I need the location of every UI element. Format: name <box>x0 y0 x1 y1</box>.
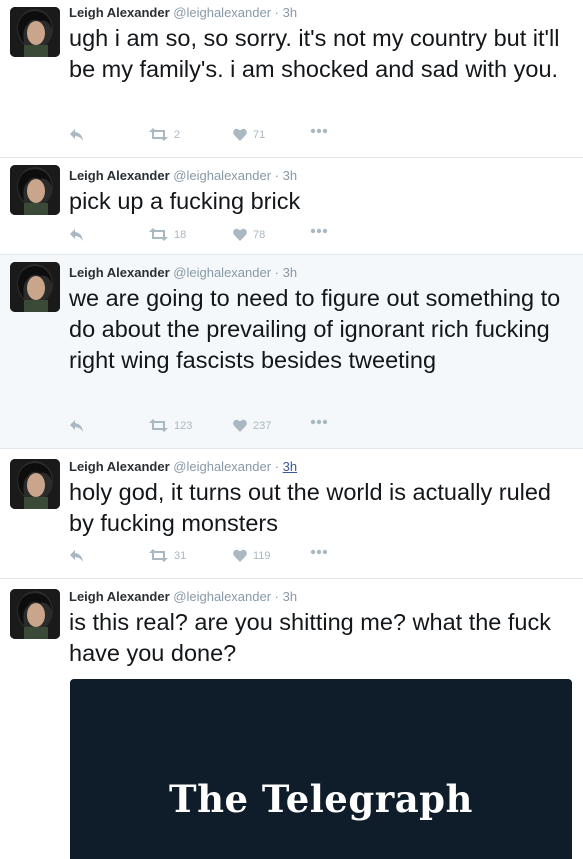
more-button[interactable] <box>310 419 328 425</box>
tweet[interactable]: Leigh Alexander @leighalexander · 3h ugh… <box>0 0 583 158</box>
avatar[interactable] <box>10 589 60 639</box>
author-name[interactable]: Leigh Alexander <box>69 5 170 20</box>
reply-icon <box>70 550 83 562</box>
reply-button[interactable] <box>69 228 85 242</box>
tweet-header: Leigh Alexander @leighalexander · 3h <box>69 459 297 475</box>
retweet-button[interactable]: 31 <box>149 549 186 562</box>
timestamp[interactable]: 3h <box>283 168 297 183</box>
tweet-header: Leigh Alexander @leighalexander · 3h <box>69 5 297 21</box>
reply-button[interactable] <box>69 549 85 563</box>
more-button[interactable] <box>310 228 328 234</box>
separator-dot: · <box>274 589 280 604</box>
retweet-count: 123 <box>174 419 193 432</box>
author-name[interactable]: Leigh Alexander <box>69 589 170 604</box>
tweet[interactable]: Leigh Alexander @leighalexander · 3h hol… <box>0 449 583 579</box>
avatar[interactable] <box>10 165 60 215</box>
tweet[interactable]: Leigh Alexander @leighalexander · 3h we … <box>0 255 583 449</box>
tweet-text: holy god, it turns out the world is actu… <box>69 479 552 536</box>
retweet-icon <box>149 549 168 562</box>
tweet-actions: 31 119 <box>69 549 369 569</box>
more-icon <box>310 228 328 234</box>
tweet-actions: 123 237 <box>69 419 369 439</box>
like-count: 71 <box>253 128 266 141</box>
author-handle[interactable]: @leighalexander <box>173 265 271 280</box>
telegraph-logo: The Telegraph <box>169 777 473 821</box>
tweet-header: Leigh Alexander @leighalexander · 3h <box>69 168 297 184</box>
tweet[interactable]: Leigh Alexander @leighalexander · 3h is … <box>0 579 583 859</box>
like-button[interactable]: 78 <box>233 228 265 241</box>
reply-button[interactable] <box>69 128 85 142</box>
more-icon <box>310 128 328 134</box>
like-count: 237 <box>253 419 272 432</box>
more-button[interactable] <box>310 549 328 555</box>
like-count: 78 <box>253 228 266 241</box>
like-button[interactable]: 71 <box>233 128 265 141</box>
heart-icon <box>233 128 247 141</box>
tweet-actions: 18 78 <box>69 228 369 248</box>
tweet[interactable]: Leigh Alexander @leighalexander · 3h pic… <box>0 158 583 255</box>
reply-icon <box>70 420 83 432</box>
more-icon <box>310 419 328 425</box>
tweet-header: Leigh Alexander @leighalexander · 3h <box>69 589 297 605</box>
retweet-icon <box>149 419 168 432</box>
tweet-header: Leigh Alexander @leighalexander · 3h <box>69 265 297 281</box>
retweet-button[interactable]: 123 <box>149 419 192 432</box>
like-button[interactable]: 237 <box>233 419 271 432</box>
tweet-text: we are going to need to figure out somet… <box>69 285 561 373</box>
like-count: 119 <box>253 549 271 562</box>
author-handle[interactable]: @leighalexander <box>173 5 271 20</box>
retweet-count: 2 <box>174 128 181 141</box>
retweet-button[interactable]: 2 <box>149 128 180 141</box>
author-handle[interactable]: @leighalexander <box>173 589 271 604</box>
retweet-icon <box>149 128 168 141</box>
author-handle[interactable]: @leighalexander <box>173 168 271 183</box>
more-button[interactable] <box>310 128 328 134</box>
heart-icon <box>233 419 247 432</box>
retweet-button[interactable]: 18 <box>149 228 186 241</box>
author-name[interactable]: Leigh Alexander <box>69 459 170 474</box>
timestamp[interactable]: 3h <box>283 265 297 280</box>
separator-dot: · <box>274 459 280 474</box>
more-icon <box>310 549 328 555</box>
tweet-text: is this real? are you shitting me? what … <box>69 609 551 666</box>
link-card-image[interactable]: The Telegraph <box>70 679 572 859</box>
tweet-text: ugh i am so, so sorry. it's not my count… <box>69 25 560 82</box>
author-name[interactable]: Leigh Alexander <box>69 168 170 183</box>
author-handle[interactable]: @leighalexander <box>173 459 271 474</box>
reply-button[interactable] <box>69 419 85 433</box>
avatar[interactable] <box>10 7 60 57</box>
timestamp[interactable]: 3h <box>283 589 297 604</box>
heart-icon <box>233 549 247 562</box>
avatar[interactable] <box>10 262 60 312</box>
timestamp[interactable]: 3h <box>283 5 297 20</box>
avatar[interactable] <box>10 459 60 509</box>
reply-icon <box>70 229 83 241</box>
author-name[interactable]: Leigh Alexander <box>69 265 170 280</box>
retweet-icon <box>149 228 168 241</box>
separator-dot: · <box>274 5 280 20</box>
tweet-actions: 2 71 <box>69 128 369 148</box>
separator-dot: · <box>274 168 280 183</box>
retweet-count: 31 <box>174 549 187 562</box>
timestamp-link[interactable]: 3h <box>283 459 297 474</box>
tweet-text: pick up a fucking brick <box>69 188 301 214</box>
like-button[interactable]: 119 <box>233 549 271 562</box>
retweet-count: 18 <box>174 228 187 241</box>
heart-icon <box>233 228 247 241</box>
separator-dot: · <box>274 265 280 280</box>
reply-icon <box>70 129 83 141</box>
